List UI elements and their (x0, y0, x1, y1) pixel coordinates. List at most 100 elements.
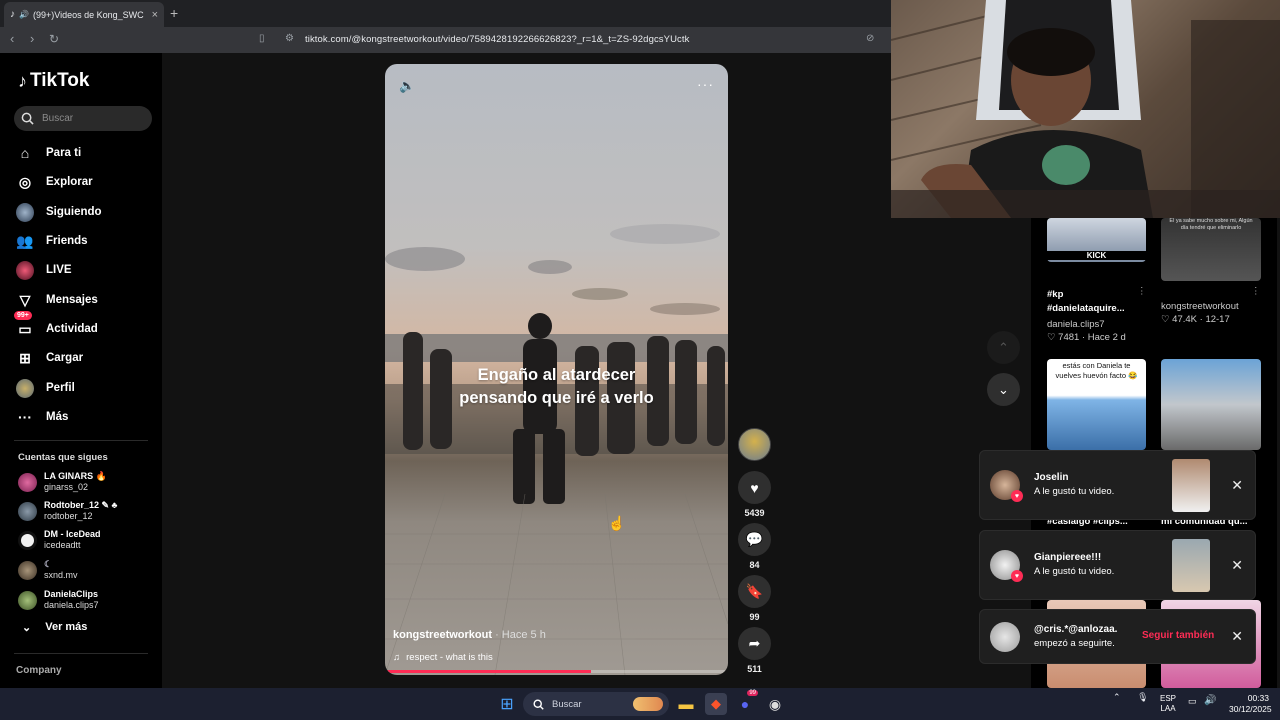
reload-icon[interactable]: ↻ (49, 32, 59, 46)
nav-live[interactable]: LIVE (16, 259, 156, 281)
video-thumbnail[interactable]: KICK (1047, 218, 1146, 262)
video-progress-bar[interactable] (385, 670, 728, 673)
webcam-overlay (891, 0, 1280, 218)
lang-layout: LAA (1160, 704, 1176, 713)
close-tab-icon[interactable]: × (152, 9, 158, 21)
tiktok-note-icon: ♪ (18, 70, 27, 91)
author-handle[interactable]: kongstreetworkout (393, 629, 492, 641)
volume-icon[interactable]: 🔈 (399, 78, 415, 94)
nav-label: LIVE (46, 264, 72, 276)
like-button[interactable]: ♥ 5439 (738, 471, 771, 518)
video-thumbnail[interactable] (1161, 359, 1261, 450)
nav-mas[interactable]: ··· Más (16, 406, 156, 428)
video-thumbnail[interactable] (1172, 459, 1210, 512)
close-icon[interactable]: ✕ (1231, 477, 1243, 494)
tab-title: (99+)Videos de Kong_SWC (32, 9, 144, 20)
video-music[interactable]: ♫ respect - what is this (393, 652, 493, 663)
video-thumbnail[interactable]: El ya sabe mucho sobre mi, Algún día ten… (1161, 218, 1261, 281)
search-input[interactable]: Buscar (14, 106, 152, 131)
video-author[interactable]: kongstreetworkout · Hace 5 h (393, 629, 546, 641)
nav-friends[interactable]: 👥 Friends (16, 230, 156, 252)
close-icon[interactable]: ✕ (1231, 628, 1243, 645)
notification-toast[interactable]: ♥ Joselin A le gustó tu video. ✕ (979, 450, 1256, 520)
new-tab-button[interactable]: + (170, 5, 178, 21)
upload-icon: ⊞ (19, 349, 31, 366)
creator-avatar[interactable] (738, 428, 771, 461)
file-explorer-icon[interactable]: ▬ (675, 693, 697, 715)
video-thumbnail[interactable]: estás con Daniela te vuelves huevón fact… (1047, 359, 1146, 450)
nav-cargar[interactable]: ⊞ Cargar (16, 347, 156, 369)
search-icon (533, 698, 544, 710)
taskbar-search[interactable]: Buscar (523, 692, 669, 716)
comment-button[interactable]: 💬 84 (738, 523, 771, 570)
notification-text: @cris.*@anlozaa. empezó a seguirte. (1034, 623, 1117, 651)
nav-siguiendo[interactable]: Siguiendo (16, 201, 156, 223)
close-icon[interactable]: ✕ (1231, 557, 1243, 574)
network-icon[interactable]: ▭ (1188, 696, 1197, 707)
following-item[interactable]: ☾ sxnd.mv (18, 557, 158, 583)
discord-badge: 99 (747, 690, 758, 696)
brave-browser-icon[interactable]: ◆ (705, 693, 727, 715)
following-item[interactable]: Rodtober_12 ✎ ♣ rodtober_12 (18, 498, 158, 524)
logo-text: TikTok (30, 70, 90, 91)
nav-actividad[interactable]: ▭ 99+ Actividad (14, 311, 156, 340)
share-count: 511 (747, 664, 762, 674)
previous-video-button[interactable]: ⌃ (987, 331, 1020, 364)
more-options-icon[interactable]: ··· (697, 76, 714, 92)
clock[interactable]: 00:33 30/12/2025 (1229, 693, 1272, 715)
volume-icon[interactable]: 🔊 (1204, 695, 1216, 706)
avatar (18, 472, 37, 492)
video-title[interactable]: #kp #danielataquire... (1047, 288, 1127, 316)
nav-para-ti[interactable]: ⌂ Para ti (16, 142, 156, 164)
mouse-cursor-icon: ☝ (608, 515, 626, 531)
bookmark-icon: 🔖 (738, 575, 771, 608)
notification-toast[interactable]: ♥ Gianpiereee!!! A le gustó tu video. ✕ (979, 530, 1256, 600)
chevron-down-icon: ⌄ (998, 381, 1009, 397)
notification-toast[interactable]: @cris.*@anlozaa. empezó a seguirte. Segu… (979, 609, 1256, 664)
browser-tab[interactable]: ♪ 🔊 (99+)Videos de Kong_SWC × (4, 2, 164, 27)
save-button[interactable]: 🔖 99 (738, 575, 771, 622)
app-icon[interactable]: ◉ (764, 693, 786, 715)
see-more-button[interactable]: ⌄ Ver más (22, 621, 87, 634)
following-item[interactable]: DanielaClips daniela.clips7 (18, 587, 158, 613)
more-options-icon[interactable]: ⋮ (1137, 286, 1147, 297)
tiktok-logo[interactable]: ♪ TikTok (18, 70, 89, 92)
url-text[interactable]: tiktok.com/@kongstreetworkout/video/7589… (305, 34, 689, 45)
windows-start-icon[interactable]: ⊞ (496, 693, 518, 715)
bookmark-icon[interactable]: ▯ (259, 33, 265, 44)
microphone-icon: 🎙 (1137, 692, 1149, 702)
nav-explorar[interactable]: ◎ Explorar (16, 171, 156, 193)
video-thumbnail[interactable] (1172, 539, 1210, 592)
more-options-icon[interactable]: ⋮ (1251, 286, 1261, 297)
back-icon[interactable]: ‹ (10, 31, 14, 46)
video-caption: Engaño al atardecer pensando que iré a v… (385, 364, 728, 410)
system-tray[interactable]: ⌃ 🎙 (1113, 692, 1149, 703)
avatar (18, 590, 37, 610)
forward-icon[interactable]: › (30, 31, 34, 46)
video-player[interactable]: 🔈 ··· Engaño al atardecer pensando que i… (385, 64, 728, 675)
nav-mensajes[interactable]: ▽ Mensajes (16, 289, 156, 311)
company-link[interactable]: Company (16, 665, 62, 676)
following-handle: ginarss_02 (44, 482, 89, 492)
following-item[interactable]: DM - IceDead icedeadtt (18, 527, 158, 553)
video-author[interactable]: daniela.clips7 (1047, 319, 1105, 330)
following-item[interactable]: LA GINARS 🔥 ginarss_02 (18, 469, 158, 495)
nav-label: Más (46, 411, 69, 423)
site-info-icon[interactable]: ⚙ (285, 33, 294, 44)
nav-label: Para ti (46, 147, 82, 159)
next-video-button[interactable]: ⌄ (987, 373, 1020, 406)
share-button[interactable]: ➦ 511 (738, 627, 771, 674)
notification-message: A le gustó tu video. (1034, 566, 1115, 577)
heart-icon: ♥ (1011, 570, 1023, 582)
language-indicator[interactable]: ESP LAA (1160, 694, 1176, 714)
following-name: Rodtober_12 ✎ ♣ (44, 500, 118, 510)
follow-back-button[interactable]: Seguir también (1142, 630, 1214, 641)
nav-perfil[interactable]: Perfil (16, 377, 156, 399)
discord-icon[interactable]: ● 99 (734, 690, 758, 715)
following-name: ☾ (44, 559, 53, 569)
like-count: 5439 (744, 508, 765, 518)
avatar (18, 501, 37, 521)
media-off-icon[interactable]: ⊘ (866, 33, 874, 44)
date: 30/12/2025 (1229, 704, 1272, 714)
video-author[interactable]: kongstreetworkout (1161, 301, 1239, 312)
